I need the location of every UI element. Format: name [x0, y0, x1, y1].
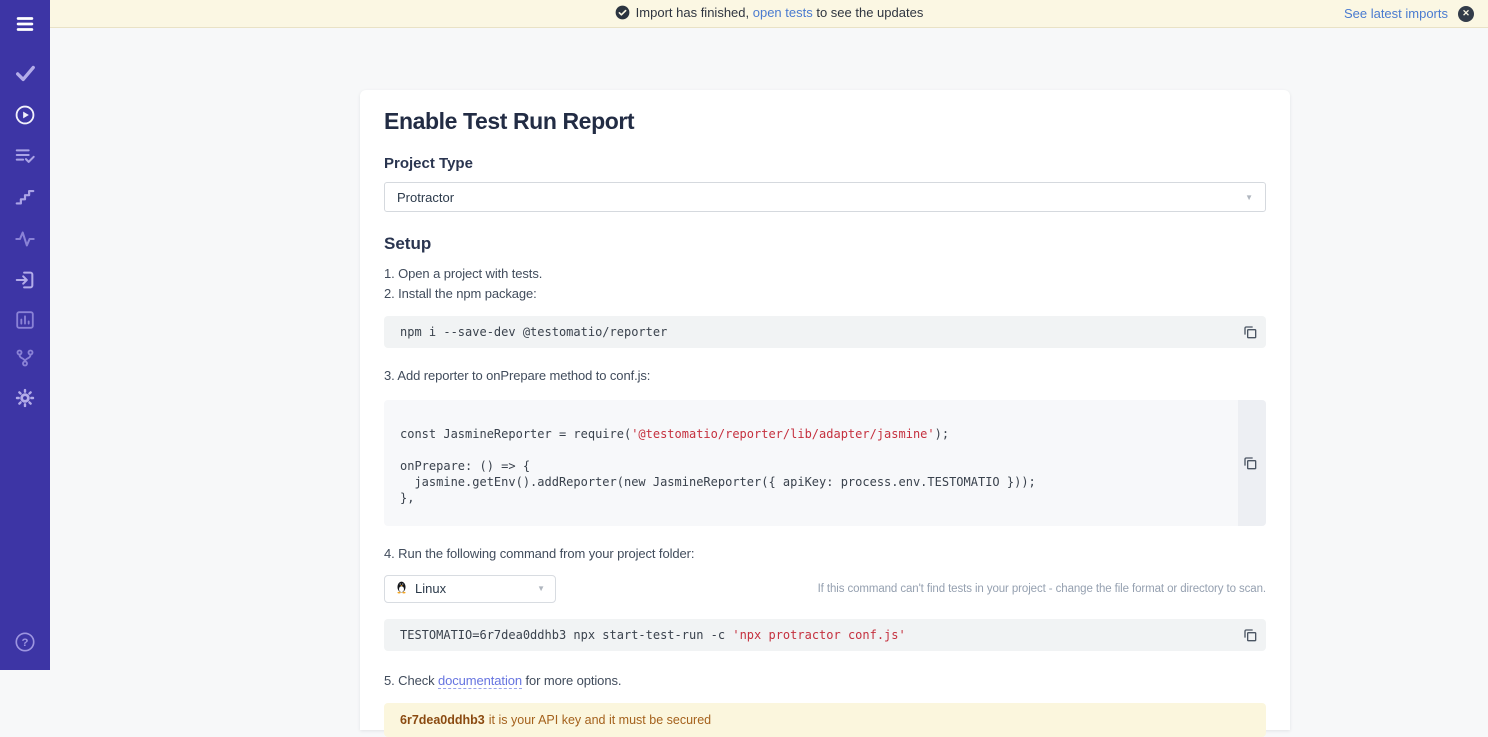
setup-step-2: 2. Install the npm package:	[384, 284, 1266, 304]
os-select-value: Linux	[415, 581, 446, 596]
project-type-value: Protractor	[397, 190, 454, 205]
main-content: Enable Test Run Report Project Type Prot…	[50, 28, 1488, 670]
code-line	[400, 442, 1218, 458]
copy-icon[interactable]	[1241, 626, 1259, 644]
page-title: Enable Test Run Report	[384, 108, 1266, 135]
run-play-icon[interactable]	[13, 103, 37, 127]
setup-step-5: 5. Check documentation for more options.	[384, 671, 1266, 691]
run-code-block: TESTOMATIO=6r7dea0ddhb3 npx start-test-r…	[384, 619, 1266, 651]
project-type-select[interactable]: Protractor ▼	[384, 182, 1266, 212]
tests-check-icon[interactable]	[13, 61, 37, 85]
open-tests-link[interactable]: open tests	[753, 5, 813, 20]
activity-pulse-icon[interactable]	[13, 227, 37, 251]
code-line: const JasmineReporter = require('@testom…	[400, 426, 1218, 442]
chevron-down-icon: ▼	[1245, 193, 1253, 202]
import-banner: Import has finished, open tests to see t…	[50, 0, 1488, 28]
api-key-note-text: it is your API key and it must be secure…	[489, 713, 711, 727]
help-icon[interactable]: ?	[13, 630, 37, 654]
linux-penguin-icon	[395, 580, 408, 597]
import-icon[interactable]	[13, 268, 37, 292]
config-code-block: const JasmineReporter = require('@testom…	[384, 400, 1266, 526]
test-plans-icon[interactable]	[13, 143, 37, 167]
api-key-note: 6r7dea0ddhb3 it is your API key and it m…	[384, 703, 1266, 737]
steps-icon[interactable]	[13, 185, 37, 209]
install-command: npm i --save-dev @testomatio/reporter	[400, 325, 667, 339]
os-select[interactable]: Linux ▼	[384, 575, 556, 603]
code-line: onPrepare: () => {	[400, 458, 1218, 474]
run-command: TESTOMATIO=6r7dea0ddhb3 npx start-test-r…	[400, 628, 906, 642]
copy-icon[interactable]	[1241, 323, 1259, 341]
banner-text-suffix: to see the updates	[813, 5, 924, 20]
settings-gear-icon[interactable]	[13, 386, 37, 410]
svg-text:?: ?	[22, 637, 29, 649]
setup-heading: Setup	[384, 234, 1266, 254]
banner-close-icon[interactable]: ✕	[1458, 6, 1474, 22]
scan-hint-text: If this command can't find tests in your…	[818, 583, 1266, 595]
project-type-label: Project Type	[384, 155, 1266, 172]
os-row: Linux ▼ If this command can't find tests…	[384, 575, 1266, 603]
code-line: jasmine.getEnv().addReporter(new Jasmine…	[400, 474, 1218, 490]
analytics-icon[interactable]	[13, 308, 37, 332]
report-setup-card: Enable Test Run Report Project Type Prot…	[360, 90, 1290, 730]
api-key-value: 6r7dea0ddhb3	[400, 713, 485, 727]
sidebar: ?	[0, 0, 50, 670]
setup-step-1: 1. Open a project with tests.	[384, 264, 1266, 284]
see-latest-imports-link[interactable]: See latest imports	[1344, 6, 1448, 21]
banner-text-prefix: Import has finished,	[636, 5, 753, 20]
copy-icon[interactable]	[1241, 454, 1259, 472]
menu-icon[interactable]	[13, 12, 37, 36]
documentation-link[interactable]: documentation	[438, 673, 522, 689]
branches-icon[interactable]	[13, 346, 37, 370]
code-line: },	[400, 490, 1218, 506]
chevron-down-icon: ▼	[537, 584, 545, 593]
check-circle-icon	[615, 5, 630, 23]
install-code-block: npm i --save-dev @testomatio/reporter	[384, 316, 1266, 348]
banner-message: Import has finished, open tests to see t…	[50, 5, 1488, 23]
setup-step-4: 4. Run the following command from your p…	[384, 544, 1266, 564]
setup-step-3: 3. Add reporter to onPrepare method to c…	[384, 366, 1266, 386]
